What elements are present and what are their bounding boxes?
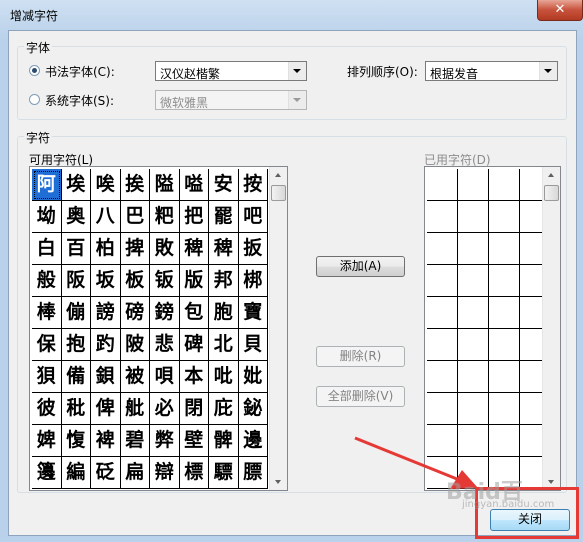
baidu-watermark-url: jingyan.baidu.com (462, 499, 555, 510)
annotation-arrow (354, 436, 478, 489)
